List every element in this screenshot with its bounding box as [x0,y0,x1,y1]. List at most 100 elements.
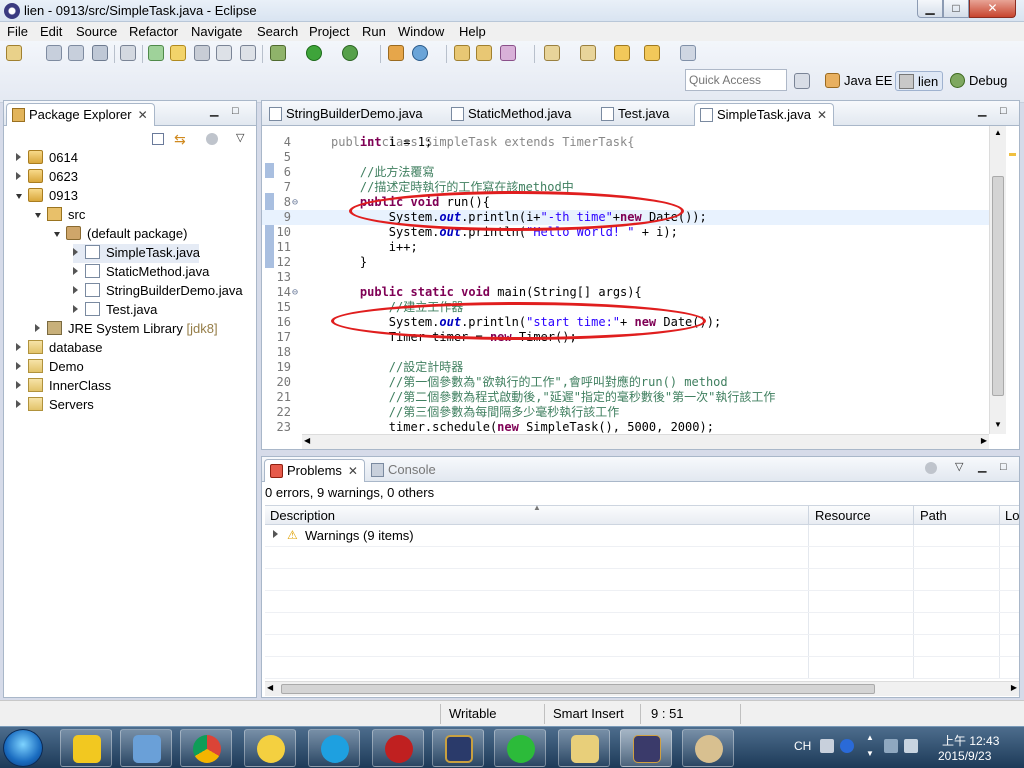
clock-time[interactable]: 上午 12:43 [942,732,999,749]
code-line[interactable]: 6 //此方法覆寫 [262,165,989,180]
taskbar-app-line[interactable] [494,729,546,767]
close-icon[interactable]: ✕ [138,108,148,122]
taskbar-app-ccleaner[interactable] [120,729,172,767]
minimize-view-icon[interactable]: ▁ [210,104,218,117]
code-line[interactable]: 23 timer.schedule(new SimpleTask(), 5000… [262,420,989,434]
scroll-thumb[interactable] [992,176,1004,396]
code-line[interactable]: 7 //描述定時執行的工作寫在該method中 [262,180,989,195]
expand-icon[interactable] [73,267,78,275]
minimize-button[interactable]: ▁ [917,0,943,18]
problems-row-warnings[interactable]: ⚠ Warnings (9 items) [265,525,1019,547]
code-line[interactable]: 20 //第一個參數為"欲執行的工作",會呼叫對應的run() method [262,375,989,390]
taskbar-app-notes[interactable] [60,729,112,767]
scroll-down-icon[interactable]: ▼ [994,420,1002,429]
maximize-view-icon[interactable]: □ [1000,105,1007,117]
scroll-right-icon[interactable]: ▶ [981,436,987,445]
filter-icon[interactable] [925,462,937,474]
code-line[interactable]: 22 //第三個參數為每間隔多少毫秒執行該工作 [262,405,989,420]
menu-edit[interactable]: Edit [40,24,62,39]
scroll-left-icon[interactable]: ◀ [304,436,310,445]
show-whitespace-icon[interactable] [240,45,256,61]
toggle-breadcrumb-icon[interactable] [120,45,136,61]
volume-icon[interactable] [904,739,918,753]
open-type-hierarchy-icon[interactable] [454,45,470,61]
perspective-lien[interactable]: lien [895,71,944,91]
taskbar-app-lol[interactable] [432,729,484,767]
close-button[interactable]: ✕ [969,0,1016,18]
collapse-all-icon[interactable] [152,133,164,145]
scroll-right-icon[interactable]: ▶ [1011,683,1017,692]
code-area[interactable]: public class SimpleTask extends TimerTas… [262,126,989,434]
code-line[interactable]: 4 int i = 1; [262,135,989,150]
expand-icon[interactable] [73,305,78,313]
external-tools-icon[interactable] [342,45,358,61]
collapse-icon[interactable] [54,232,60,237]
forward-icon[interactable] [680,45,696,61]
next-annotation-icon[interactable] [544,45,560,61]
code-line[interactable]: 14 ⊖ public static void main(String[] arg… [262,285,989,300]
tree-item-simpletask[interactable]: SimpleTask.java [73,244,200,263]
scroll-thumb[interactable] [281,684,875,694]
tab-problems[interactable]: Problems ✕ [264,459,365,482]
new-java-class-icon[interactable] [412,45,428,61]
word-wrap-icon[interactable] [216,45,232,61]
tab-stringbuilderdemo[interactable]: StringBuilderDemo.java [264,103,429,126]
scroll-left-icon[interactable]: ◀ [267,683,273,692]
debug-icon[interactable] [270,45,286,61]
column-description[interactable]: Description [270,508,335,523]
taskbar-app-chrome[interactable] [180,729,232,767]
code-line[interactable]: 11 i++; [262,240,989,255]
code-line[interactable]: 5 [262,150,989,165]
search-icon[interactable] [500,45,516,61]
view-menu-icon[interactable]: ▽ [236,131,244,144]
menu-project[interactable]: Project [309,24,349,39]
warning-marker[interactable] [1009,153,1016,156]
clock-date[interactable]: 2015/9/23 [938,749,991,763]
previous-annotation-icon[interactable] [580,45,596,61]
menu-file[interactable]: File [7,24,28,39]
tab-package-explorer[interactable]: Package Explorer ✕ [6,103,155,126]
menu-run[interactable]: Run [362,24,386,39]
new-java-project-icon[interactable] [388,45,404,61]
column-resource[interactable]: Resource [815,508,871,523]
help-icon[interactable] [840,739,854,753]
minimize-view-icon[interactable]: ▁ [978,104,986,117]
taskbar-app-eclipse[interactable] [620,729,672,767]
code-line[interactable]: 10 System.out.println("Hello World! " + … [262,225,989,240]
chevron-down-icon[interactable]: ▼ [866,749,874,758]
tab-console[interactable]: Console [366,459,442,482]
keyboard-icon[interactable] [820,739,834,753]
expand-icon[interactable] [16,343,21,351]
menu-navigate[interactable]: Navigate [191,24,242,39]
menu-search[interactable]: Search [257,24,298,39]
column-divider[interactable] [999,506,1000,525]
code-line[interactable]: 18 [262,345,989,360]
expand-icon[interactable] [73,286,78,294]
maximize-view-icon[interactable]: □ [232,105,239,117]
code-line[interactable]: 17 Timer timer = new Timer(); [262,330,989,345]
new-icon[interactable] [6,45,22,61]
perspective-debug[interactable]: Debug [947,71,1011,91]
fold-icon[interactable]: ⊖ [292,195,298,210]
code-line[interactable]: 19 //設定計時器 [262,360,989,375]
taskbar-app-skype[interactable] [308,729,360,767]
code-line[interactable]: 9 System.out.println(i+"-th time"+new Da… [262,210,989,225]
block-selection-icon[interactable] [194,45,210,61]
vertical-scrollbar[interactable]: ▲ ▼ [989,126,1006,434]
menu-refactor[interactable]: Refactor [129,24,178,39]
last-edit-location-icon[interactable] [614,45,630,61]
tab-simpletask[interactable]: SimpleTask.java ✕ [694,103,834,126]
filter-icon[interactable] [206,133,218,145]
link-with-editor-icon[interactable]: ⇆ [174,131,186,148]
mark-occurrences-icon[interactable] [170,45,186,61]
save-icon[interactable] [46,45,62,61]
print-icon[interactable] [92,45,108,61]
maximize-button[interactable]: □ [943,0,969,18]
code-line[interactable]: 21 //第二個參數為程式啟動後,"延遲"指定的毫秒數後"第一次"執行該工作 [262,390,989,405]
tab-test[interactable]: Test.java [596,103,675,126]
taskbar-app-paint[interactable] [682,729,734,767]
collapse-icon[interactable] [16,194,22,199]
minimize-view-icon[interactable]: ▁ [978,460,986,473]
scroll-up-icon[interactable]: ▲ [994,128,1002,137]
tab-staticmethod[interactable]: StaticMethod.java [446,103,577,126]
